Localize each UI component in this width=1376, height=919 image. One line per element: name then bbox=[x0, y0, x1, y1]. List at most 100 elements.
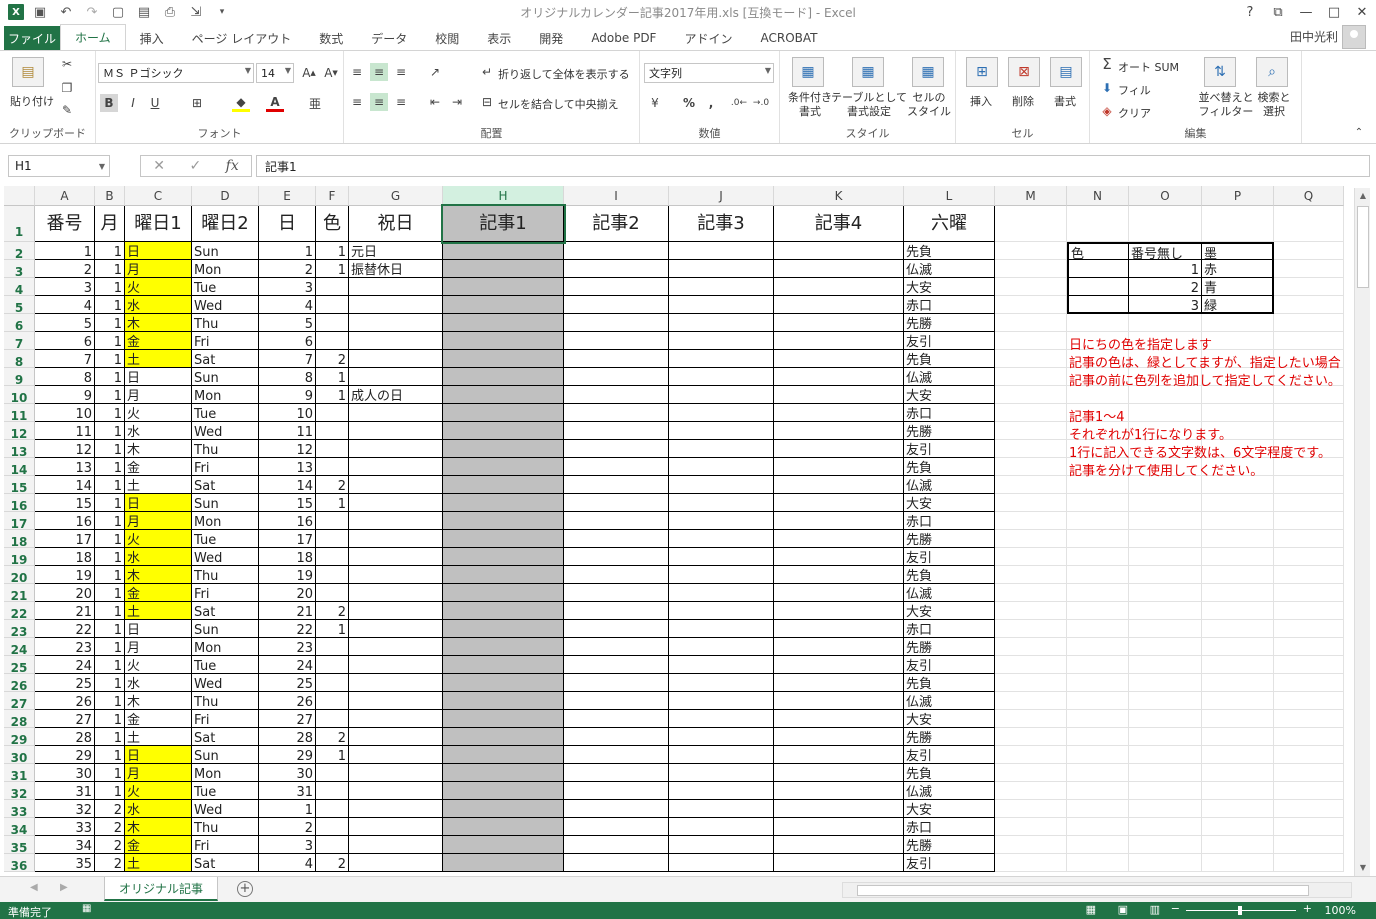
table-cell-k[interactable] bbox=[774, 692, 904, 710]
table-cell-f[interactable]: 1 bbox=[316, 620, 349, 638]
legend-cell[interactable]: 色 bbox=[1067, 242, 1129, 262]
table-cell-g[interactable] bbox=[349, 440, 443, 458]
table-cell-k[interactable] bbox=[774, 728, 904, 746]
table-cell-k[interactable] bbox=[774, 638, 904, 656]
table-cell-f[interactable]: 1 bbox=[316, 368, 349, 386]
table-cell-f[interactable]: 2 bbox=[316, 350, 349, 368]
table-cell-d[interactable]: Sat bbox=[192, 854, 259, 872]
bold-button[interactable]: B bbox=[100, 94, 118, 112]
table-cell-g[interactable] bbox=[349, 548, 443, 566]
open-file-icon[interactable]: ▤ bbox=[134, 3, 154, 21]
table-cell-a[interactable]: 5 bbox=[35, 314, 95, 332]
table-cell-f[interactable] bbox=[316, 512, 349, 530]
table-cell-j[interactable] bbox=[669, 314, 774, 332]
table-cell-f[interactable] bbox=[316, 584, 349, 602]
zoom-slider[interactable] bbox=[1186, 906, 1296, 915]
table-cell-h[interactable] bbox=[443, 296, 564, 314]
column-header-d[interactable]: D bbox=[192, 186, 259, 206]
header-cell-d[interactable]: 曜日2 bbox=[192, 206, 259, 242]
column-header-p[interactable]: P bbox=[1202, 186, 1274, 206]
table-cell-j[interactable] bbox=[669, 746, 774, 764]
table-cell-h[interactable] bbox=[443, 512, 564, 530]
table-cell-b[interactable]: 1 bbox=[95, 350, 125, 368]
sheet-tab-active[interactable]: オリジナル記事 bbox=[104, 877, 219, 901]
table-cell-l[interactable]: 大安 bbox=[904, 278, 995, 296]
cell[interactable] bbox=[1274, 620, 1344, 638]
table-cell-f[interactable]: 1 bbox=[316, 386, 349, 404]
header-cell-f[interactable]: 色 bbox=[316, 206, 349, 242]
table-cell-e[interactable]: 1 bbox=[259, 800, 316, 818]
table-cell-b[interactable]: 2 bbox=[95, 800, 125, 818]
table-cell-b[interactable]: 1 bbox=[95, 260, 125, 278]
table-cell-b[interactable]: 1 bbox=[95, 620, 125, 638]
table-cell-e[interactable]: 9 bbox=[259, 386, 316, 404]
cell[interactable] bbox=[1274, 314, 1344, 332]
header-cell-l[interactable]: 六曜 bbox=[904, 206, 995, 242]
table-cell-h[interactable] bbox=[443, 422, 564, 440]
table-cell-l[interactable]: 先負 bbox=[904, 566, 995, 584]
cell[interactable] bbox=[1274, 818, 1344, 836]
table-cell-c[interactable]: 水 bbox=[125, 422, 192, 440]
cell[interactable] bbox=[995, 728, 1067, 746]
table-cell-c[interactable]: 水 bbox=[125, 548, 192, 566]
zoom-level[interactable]: 100% bbox=[1325, 904, 1356, 917]
table-cell-a[interactable]: 28 bbox=[35, 728, 95, 746]
cell[interactable] bbox=[1067, 584, 1129, 602]
table-cell-i[interactable] bbox=[564, 476, 669, 494]
table-cell-g[interactable] bbox=[349, 530, 443, 548]
fill-button[interactable]: フィル bbox=[1118, 82, 1151, 98]
table-cell-k[interactable] bbox=[774, 368, 904, 386]
legend-cell[interactable]: 3 bbox=[1129, 296, 1202, 314]
row-header[interactable]: 28 bbox=[4, 710, 35, 729]
cell[interactable] bbox=[995, 458, 1067, 476]
table-cell-e[interactable]: 28 bbox=[259, 728, 316, 746]
insert-cells-icon[interactable]: ⊞ bbox=[966, 57, 998, 87]
table-cell-g[interactable]: 元日 bbox=[349, 242, 443, 260]
cell[interactable] bbox=[1274, 602, 1344, 620]
cell[interactable] bbox=[995, 278, 1067, 296]
table-cell-e[interactable]: 21 bbox=[259, 602, 316, 620]
table-cell-i[interactable] bbox=[564, 332, 669, 350]
table-cell-l[interactable]: 先負 bbox=[904, 458, 995, 476]
table-cell-i[interactable] bbox=[564, 638, 669, 656]
table-cell-f[interactable] bbox=[316, 656, 349, 674]
table-cell-k[interactable] bbox=[774, 584, 904, 602]
table-cell-e[interactable]: 29 bbox=[259, 746, 316, 764]
table-cell-g[interactable] bbox=[349, 494, 443, 512]
cell[interactable] bbox=[1202, 692, 1274, 710]
cell[interactable] bbox=[1202, 584, 1274, 602]
table-cell-h[interactable] bbox=[443, 746, 564, 764]
table-cell-b[interactable]: 1 bbox=[95, 764, 125, 782]
vertical-scroll-thumb[interactable] bbox=[1357, 206, 1369, 288]
table-cell-b[interactable]: 1 bbox=[95, 638, 125, 656]
cell[interactable] bbox=[1129, 620, 1202, 638]
table-cell-a[interactable]: 14 bbox=[35, 476, 95, 494]
cell[interactable] bbox=[1274, 764, 1344, 782]
table-cell-k[interactable] bbox=[774, 242, 904, 260]
table-cell-f[interactable]: 1 bbox=[316, 260, 349, 278]
table-cell-a[interactable]: 9 bbox=[35, 386, 95, 404]
cell[interactable] bbox=[1129, 494, 1202, 512]
column-header-n[interactable]: N bbox=[1067, 186, 1129, 206]
table-cell-g[interactable] bbox=[349, 332, 443, 350]
table-cell-c[interactable]: 金 bbox=[125, 584, 192, 602]
user-name[interactable]: 田中光利 bbox=[1290, 28, 1338, 45]
table-cell-h[interactable] bbox=[443, 350, 564, 368]
table-cell-c[interactable]: 土 bbox=[125, 476, 192, 494]
table-cell-i[interactable] bbox=[564, 746, 669, 764]
header-cell-e[interactable]: 日 bbox=[259, 206, 316, 242]
row-header[interactable]: 9 bbox=[4, 368, 35, 387]
format-as-table-icon[interactable]: ▦ bbox=[852, 57, 884, 87]
table-cell-j[interactable] bbox=[669, 656, 774, 674]
table-cell-i[interactable] bbox=[564, 764, 669, 782]
cell[interactable] bbox=[1202, 602, 1274, 620]
table-cell-i[interactable] bbox=[564, 710, 669, 728]
table-cell-c[interactable]: 金 bbox=[125, 836, 192, 854]
cell[interactable] bbox=[1067, 638, 1129, 656]
table-cell-f[interactable] bbox=[316, 404, 349, 422]
comma-button[interactable]: , bbox=[702, 94, 720, 112]
table-cell-j[interactable] bbox=[669, 440, 774, 458]
tab-review[interactable]: 校閲 bbox=[421, 26, 473, 50]
table-cell-j[interactable] bbox=[669, 278, 774, 296]
table-cell-h[interactable] bbox=[443, 602, 564, 620]
